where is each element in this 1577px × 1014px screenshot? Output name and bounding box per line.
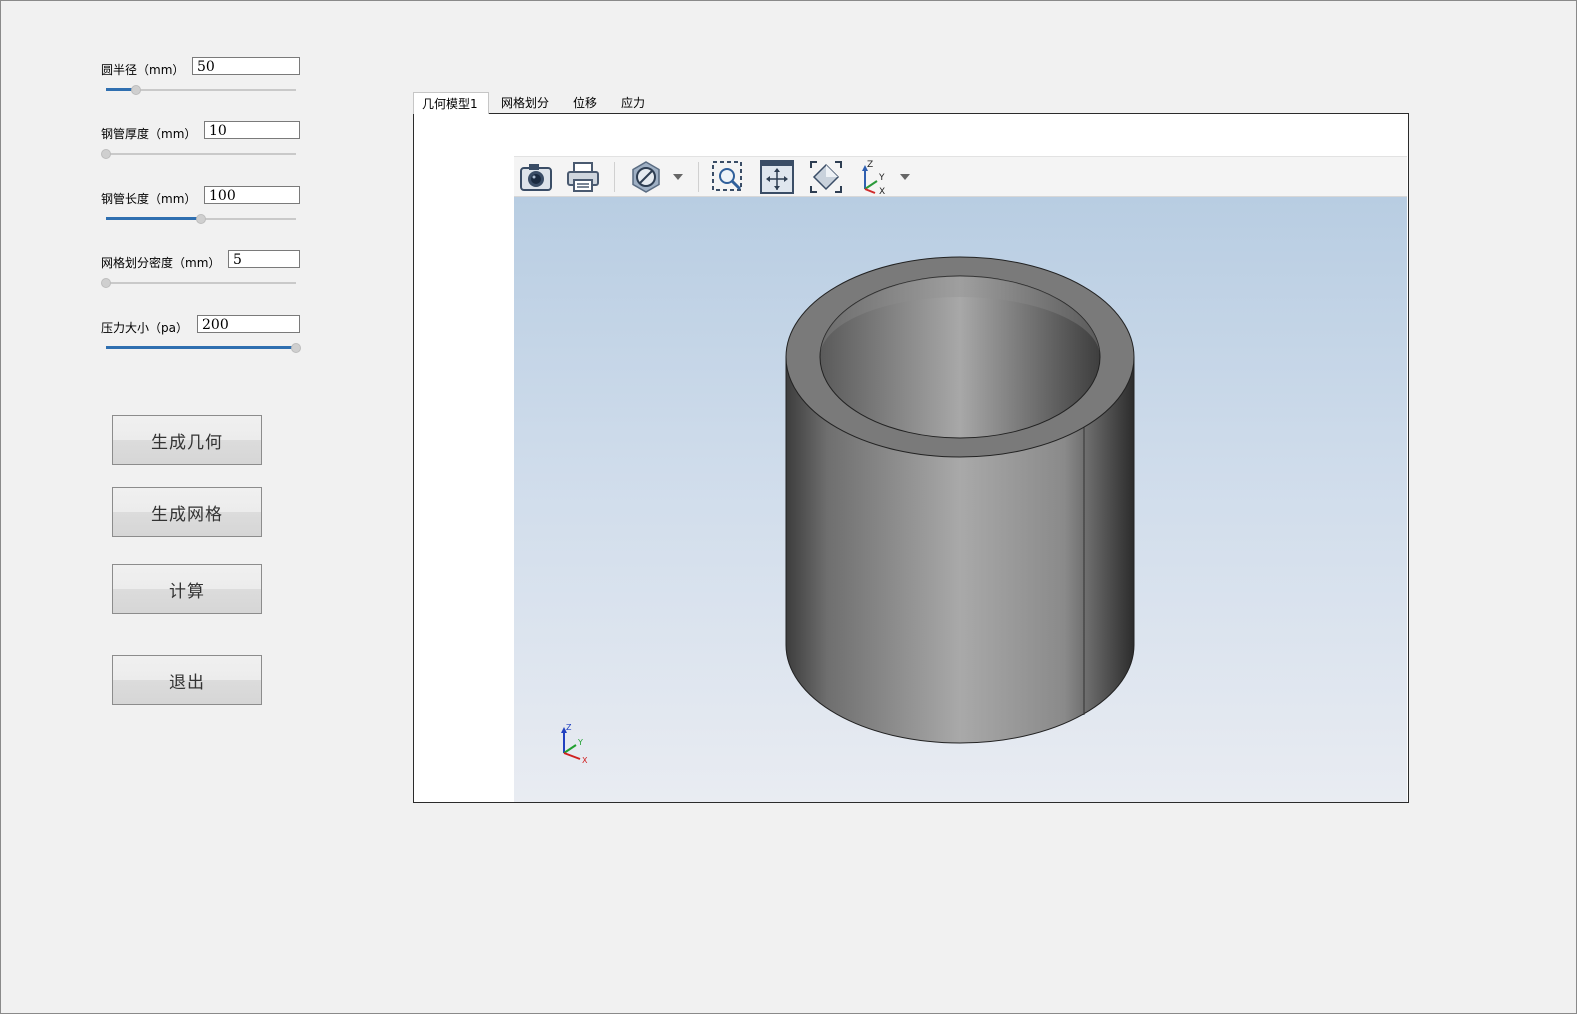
svg-text:Y: Y [577, 738, 583, 747]
compute-button[interactable]: 计算 [112, 564, 262, 614]
print-icon[interactable] [565, 159, 601, 195]
tab-stress[interactable]: 应力 [613, 92, 653, 114]
svg-text:Z: Z [867, 160, 873, 170]
zoom-window-icon[interactable] [710, 159, 746, 195]
fit-all-icon[interactable] [808, 159, 844, 195]
radius-slider[interactable] [106, 85, 296, 95]
generate-mesh-button[interactable]: 生成网格 [112, 487, 262, 537]
length-slider[interactable] [106, 214, 296, 224]
radius-input[interactable]: 50 [192, 57, 300, 75]
svg-text:X: X [879, 187, 885, 195]
pressure-label: 压力大小（pa） [101, 321, 188, 335]
generate-geometry-button[interactable]: 生成几何 [112, 415, 262, 465]
length-label: 钢管长度（mm） [101, 192, 197, 206]
mesh-density-input[interactable]: 5 [228, 250, 300, 268]
3d-viewport[interactable]: Z Y X [514, 197, 1407, 802]
cut-plane-icon[interactable] [628, 159, 664, 195]
tab-geometry-model[interactable]: 几何模型1 [413, 92, 489, 114]
axis-view-dropdown-icon[interactable] [900, 174, 910, 180]
pan-icon[interactable] [759, 159, 795, 195]
thickness-label: 钢管厚度（mm） [101, 127, 197, 141]
radius-label: 圆半径（mm） [101, 63, 185, 77]
svg-text:Y: Y [878, 173, 885, 183]
mesh-density-slider[interactable] [101, 278, 296, 288]
thickness-input[interactable]: 10 [204, 121, 300, 139]
pressure-slider[interactable] [106, 343, 301, 353]
axis-triad-icon: Z Y X [561, 723, 588, 765]
steel-tube-model [785, 256, 1135, 744]
thickness-slider[interactable] [101, 149, 296, 159]
axis-view-icon[interactable]: Z Y X [856, 159, 892, 195]
tab-mesh[interactable]: 网格划分 [493, 92, 557, 114]
svg-text:X: X [582, 756, 588, 765]
mesh-density-label: 网格划分密度（mm） [101, 256, 221, 270]
cut-plane-dropdown-icon[interactable] [673, 174, 683, 180]
svg-text:Z: Z [566, 723, 572, 732]
pressure-input[interactable]: 200 [197, 315, 300, 333]
tab-displacement[interactable]: 位移 [565, 92, 605, 114]
viewer-toolbar: Z Y X [514, 156, 1407, 197]
camera-icon[interactable] [518, 159, 554, 195]
exit-button[interactable]: 退出 [112, 655, 262, 705]
length-input[interactable]: 100 [204, 186, 300, 204]
